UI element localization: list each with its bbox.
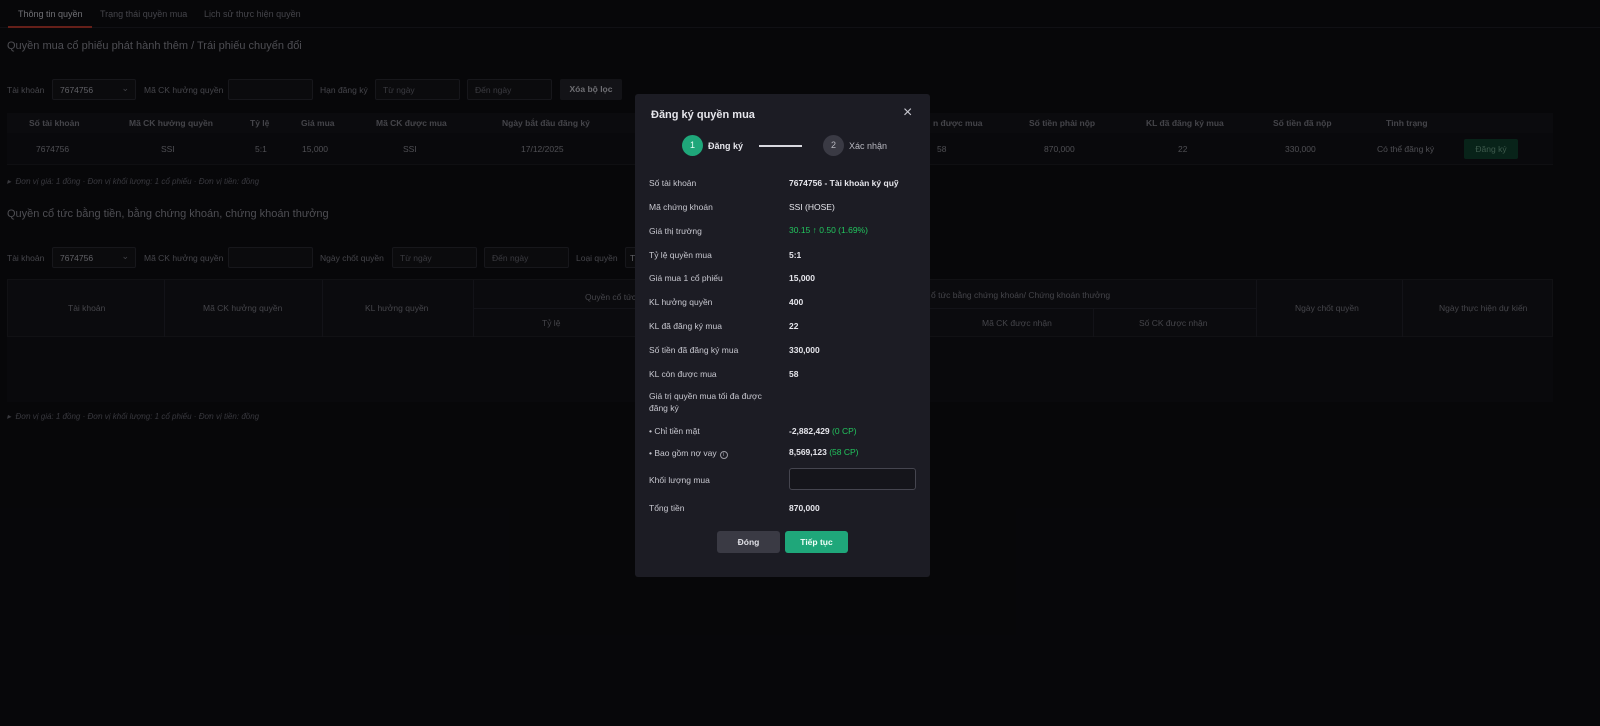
close-button[interactable]: Đóng xyxy=(717,531,780,553)
modal-title: Đăng ký quyền mua xyxy=(651,109,755,121)
with-loan-label: • Bao gồm nợ vay i xyxy=(649,447,779,459)
cash-shares: (0 CP) xyxy=(832,426,857,436)
registered-value: 22 xyxy=(789,321,799,331)
with-loan-value: 8,569,123 (58 CP) xyxy=(789,447,859,457)
cash-amount: -2,882,429 xyxy=(789,426,830,436)
loan-shares: (58 CP) xyxy=(829,447,859,457)
max-value-label: Giá trị quyền mua tối đa được đăng ký xyxy=(649,391,762,413)
total-label: Tổng tiền xyxy=(649,503,685,513)
ratio-label: Tỷ lệ quyền mua xyxy=(649,250,712,260)
registered-amount-label: Số tiền đã đăng ký mua xyxy=(649,345,739,355)
step-1-circle: 1 xyxy=(682,135,703,156)
close-icon[interactable]: × xyxy=(903,104,912,122)
symbol-label: Mã chứng khoán xyxy=(649,202,713,212)
entitled-label: KL hưởng quyền xyxy=(649,297,713,307)
remaining-label: KL còn được mua xyxy=(649,369,717,379)
with-loan-text: • Bao gồm nợ vay xyxy=(649,448,717,458)
cash-only-value: -2,882,429 (0 CP) xyxy=(789,426,857,436)
market-price-label: Giá thị trường xyxy=(649,226,702,236)
step-2-label: Xác nhận xyxy=(849,141,888,151)
continue-button[interactable]: Tiếp tục xyxy=(785,531,848,553)
register-rights-modal: Đăng ký quyền mua × 1 Đăng ký 2 Xác nhận… xyxy=(635,94,930,577)
market-price-value: 30.15 ↑ 0.50 (1.69%) xyxy=(789,225,868,235)
registered-amount-value: 330,000 xyxy=(789,345,820,355)
remaining-value: 58 xyxy=(789,369,799,379)
ratio-value: 5:1 xyxy=(789,250,802,260)
account-label: Số tài khoản xyxy=(649,178,697,188)
quantity-label: Khối lượng mua xyxy=(649,475,710,485)
price-label: Giá mua 1 cổ phiếu xyxy=(649,273,723,283)
market-change: 0.50 (1.69%) xyxy=(819,225,868,235)
info-icon[interactable]: i xyxy=(719,451,728,459)
step-2-circle: 2 xyxy=(823,135,844,156)
entitled-value: 400 xyxy=(789,297,804,307)
price-value: 15,000 xyxy=(789,273,815,283)
account-value: 7674756 - Tài khoản ký quỹ xyxy=(789,178,899,188)
up-arrow-icon: ↑ xyxy=(812,225,817,235)
cash-only-label: • Chỉ tiền mặt xyxy=(649,426,700,436)
step-1-label: Đăng ký xyxy=(708,141,744,151)
symbol-value: SSI (HOSE) xyxy=(789,202,835,212)
market-price: 30.15 xyxy=(789,225,811,235)
registered-label: KL đã đăng ký mua xyxy=(649,321,722,331)
loan-amount: 8,569,123 xyxy=(789,447,827,457)
quantity-input[interactable] xyxy=(789,468,916,490)
step-connector xyxy=(759,145,802,147)
total-value: 870,000 xyxy=(789,503,820,513)
